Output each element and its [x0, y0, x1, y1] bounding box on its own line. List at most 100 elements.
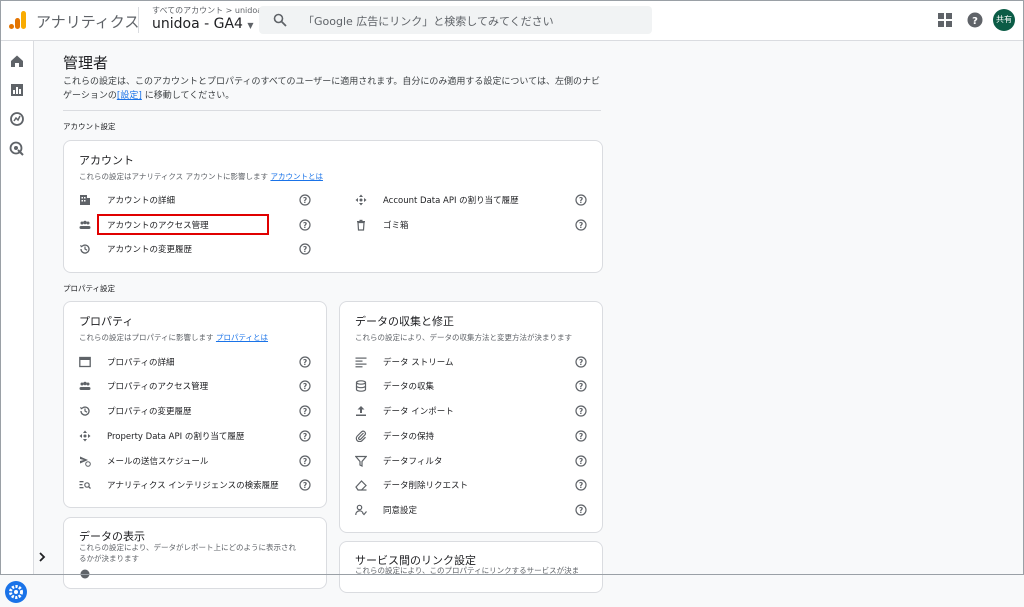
help-circle-icon[interactable]: ?	[299, 243, 311, 255]
data-streams-item[interactable]: データ ストリーム ?	[355, 353, 587, 371]
account-card: アカウント これらの設定はアナリティクス アカウントに影響します アカウントとは…	[63, 140, 603, 273]
svg-text:?: ?	[579, 196, 583, 205]
upload-icon	[356, 406, 366, 416]
data-collection-card-title: データの収集と修正	[355, 315, 454, 328]
data-collection-item[interactable]: データの収集 ?	[355, 377, 587, 395]
consent-settings-item[interactable]: 同意設定 ?	[355, 501, 587, 519]
help-circle-icon[interactable]: ?	[299, 479, 311, 491]
breadcrumb[interactable]: すべてのアカウント > unidoa	[152, 5, 262, 16]
data-import-item[interactable]: データ インポート ?	[355, 402, 587, 420]
svg-text:?: ?	[579, 457, 583, 466]
property-name: unidoa - GA4	[152, 16, 243, 32]
property-access-management-item[interactable]: プロパティのアクセス管理 ?	[79, 377, 311, 395]
apps-grid-icon[interactable]	[938, 13, 952, 27]
property-selector[interactable]: unidoa - GA4 ▼	[152, 16, 254, 32]
account-card-subtitle: これらの設定はアナリティクス アカウントに影響します アカウントとは	[79, 172, 323, 181]
property-change-history-item[interactable]: プロパティの変更履歴 ?	[79, 402, 311, 420]
help-icon[interactable]: ?	[967, 12, 983, 28]
data-deletion-request-item[interactable]: データ削除リクエスト ?	[355, 476, 587, 494]
page-description: これらの設定は、このアカウントとプロパティのすべてのユーザーに適用されます。自分…	[63, 77, 600, 101]
history-icon	[80, 406, 90, 416]
streams-icon	[355, 357, 367, 368]
trash-icon	[357, 219, 365, 231]
svg-text:?: ?	[303, 221, 307, 230]
intelligence-search-history-item[interactable]: アナリティクス インテリジェンスの検索履歴 ?	[79, 476, 311, 494]
help-circle-icon[interactable]: ?	[575, 405, 587, 417]
svg-text:?: ?	[972, 16, 978, 27]
help-circle-icon[interactable]: ?	[575, 380, 587, 392]
account-details-item[interactable]: アカウントの詳細 ?	[79, 191, 311, 209]
help-circle-icon[interactable]: ?	[575, 219, 587, 231]
people-icon	[79, 381, 91, 390]
display-icon	[80, 569, 90, 579]
app-name: アナリティクス	[36, 13, 140, 31]
data-retention-item[interactable]: データの保持 ?	[355, 427, 587, 445]
gear-icon	[9, 585, 23, 599]
help-circle-icon[interactable]: ?	[575, 356, 587, 368]
account-card-title: アカウント	[79, 154, 134, 167]
svg-text:?: ?	[579, 481, 583, 490]
help-circle-icon[interactable]: ?	[575, 194, 587, 206]
help-circle-icon[interactable]: ?	[299, 380, 311, 392]
scheduled-send-icon	[80, 456, 91, 467]
top-bar: アナリティクス すべてのアカウント > unidoa unidoa - GA4 …	[0, 0, 1024, 41]
caret-down-icon: ▼	[247, 21, 254, 30]
api-arrows-icon	[79, 430, 91, 442]
property-card: プロパティ これらの設定はプロパティに影響します プロパティとは プロパティの詳…	[63, 301, 327, 508]
help-circle-icon[interactable]: ?	[575, 430, 587, 442]
property-details-item[interactable]: プロパティの詳細 ?	[79, 353, 311, 371]
account-data-api-quota-item[interactable]: Account Data API の割り当て履歴 ?	[355, 191, 587, 209]
data-display-card-subtitle-line2: るかが決まります	[79, 554, 139, 563]
page-title: 管理者	[63, 54, 109, 72]
help-circle-icon[interactable]: ?	[299, 430, 311, 442]
property-data-api-quota-item[interactable]: Property Data API の割り当て履歴 ?	[79, 427, 311, 445]
list-search-icon	[79, 481, 91, 489]
data-display-card: データの表示 これらの設定により、データがレポート上にどのように表示され るかが…	[63, 517, 327, 589]
data-filter-item[interactable]: データフィルタ ?	[355, 452, 587, 470]
filter-icon	[355, 455, 367, 467]
search-box[interactable]: 「Google 広告にリンク」と検索してみてください	[259, 6, 652, 34]
what-is-property-link[interactable]: プロパティとは	[216, 333, 268, 342]
svg-text:?: ?	[579, 358, 583, 367]
divider	[63, 110, 601, 111]
advertising-icon[interactable]	[9, 141, 25, 157]
settings-link[interactable]: [設定]	[117, 91, 142, 101]
what-is-account-link[interactable]: アカウントとは	[270, 172, 323, 181]
trash-item[interactable]: ゴミ箱 ?	[355, 216, 587, 234]
property-settings-label: プロパティ設定	[63, 284, 116, 293]
help-circle-icon[interactable]: ?	[299, 194, 311, 206]
eraser-icon	[355, 480, 367, 491]
search-icon	[273, 13, 287, 27]
left-nav	[0, 41, 34, 603]
person-check-icon	[355, 504, 367, 516]
svg-text:?: ?	[579, 432, 583, 441]
analytics-logo-icon	[9, 11, 26, 29]
svg-text:?: ?	[303, 245, 307, 254]
help-circle-icon[interactable]: ?	[299, 455, 311, 467]
help-circle-icon[interactable]: ?	[575, 455, 587, 467]
email-schedule-item[interactable]: メールの送信スケジュール ?	[79, 452, 311, 470]
svg-text:?: ?	[579, 382, 583, 391]
admin-gear-button[interactable]	[5, 581, 27, 603]
help-circle-icon[interactable]: ?	[299, 356, 311, 368]
svg-text:?: ?	[303, 481, 307, 490]
account-change-history-item[interactable]: アカウントの変更履歴 ?	[79, 240, 311, 258]
search-input[interactable]: 「Google 広告にリンク」と検索してみてください	[303, 13, 554, 29]
svg-text:?: ?	[579, 407, 583, 416]
data-display-card-subtitle-line1: これらの設定により、データがレポート上にどのように表示され	[79, 543, 297, 552]
history-icon	[80, 244, 90, 254]
building-icon	[80, 195, 90, 205]
help-circle-icon[interactable]: ?	[575, 479, 587, 491]
chevron-right-icon[interactable]	[36, 551, 48, 563]
svg-text:?: ?	[579, 506, 583, 515]
help-circle-icon[interactable]: ?	[299, 219, 311, 231]
svg-text:?: ?	[303, 382, 307, 391]
reports-icon[interactable]	[9, 82, 25, 98]
product-links-card-subtitle: これらの設定により、このプロパティにリンクするサービスが決ま	[355, 566, 580, 575]
explore-icon[interactable]	[9, 111, 25, 127]
data-collection-card-subtitle: これらの設定により、データの収集方法と変更方法が決まります	[355, 333, 573, 342]
help-circle-icon[interactable]: ?	[575, 504, 587, 516]
help-circle-icon[interactable]: ?	[299, 405, 311, 417]
home-icon[interactable]	[9, 53, 25, 69]
avatar[interactable]: 共有	[993, 9, 1015, 31]
